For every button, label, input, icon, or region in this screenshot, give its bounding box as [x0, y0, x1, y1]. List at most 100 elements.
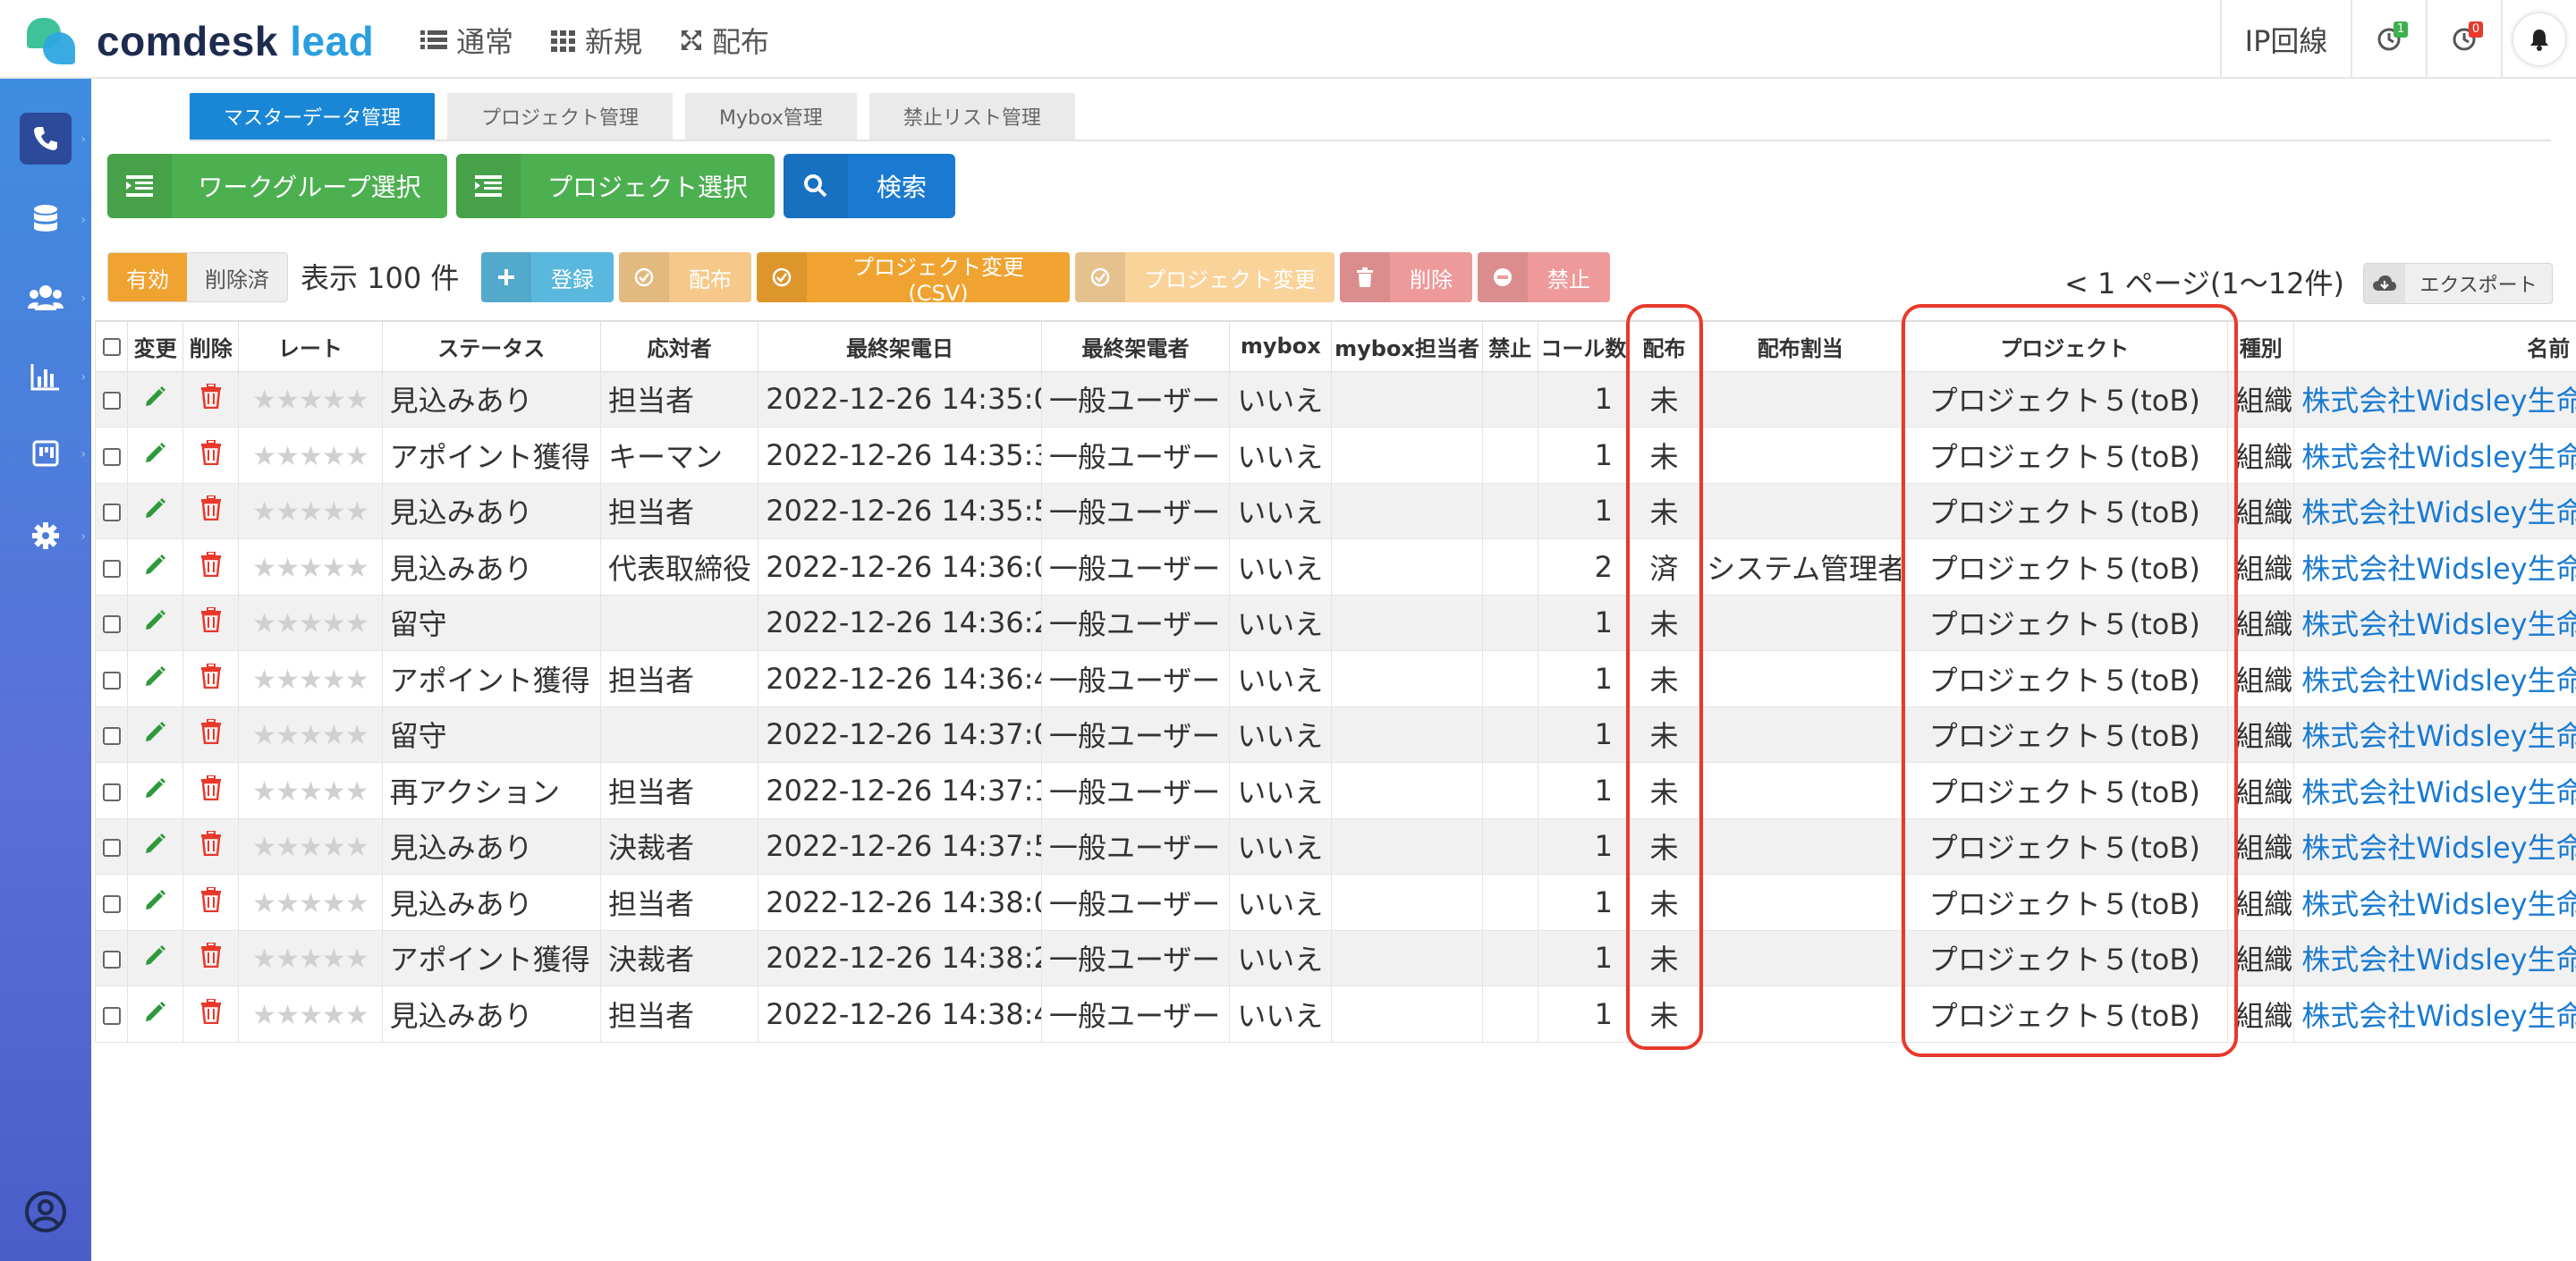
col-header[interactable]: 最終架電日 [758, 320, 1042, 372]
sidebar-item-settings[interactable]: › [20, 510, 86, 562]
edit-button[interactable] [127, 594, 184, 651]
history-button-2[interactable]: 0 [2426, 0, 2501, 79]
row-checkbox[interactable] [102, 1006, 121, 1025]
history-button-1[interactable]: 1 [2351, 0, 2426, 79]
name-link[interactable]: 株式会社Widsley生命 [2293, 482, 2576, 539]
display-count-label[interactable]: 表示 100 件 [301, 256, 459, 297]
distribute-button[interactable]: 配布 [619, 252, 751, 302]
name-link[interactable]: 株式会社Widsley生命 [2293, 929, 2576, 986]
rating-stars[interactable]: ★★★★★ [238, 874, 383, 931]
name-link-text[interactable]: 株式会社Widsley生命 [2301, 607, 2576, 641]
name-link-text[interactable]: 株式会社Widsley生命 [2301, 999, 2576, 1033]
row-checkbox[interactable] [102, 615, 121, 634]
name-link-text[interactable]: 株式会社Widsley生命 [2301, 664, 2576, 698]
logo[interactable]: comdesk lead [27, 16, 374, 66]
sidebar-item-board[interactable]: › [20, 427, 86, 479]
row-checkbox[interactable] [102, 447, 121, 466]
delete-row-button[interactable] [182, 427, 240, 484]
edit-button[interactable] [127, 706, 184, 763]
sidebar-item-reports[interactable]: › [20, 351, 86, 402]
delete-row-button[interactable] [182, 817, 240, 875]
nav-new[interactable]: 新規 [551, 20, 642, 61]
edit-button[interactable] [127, 427, 184, 484]
tab-mybox[interactable]: Mybox管理 [685, 93, 857, 140]
col-header[interactable]: 削除 [182, 320, 240, 372]
name-link[interactable]: 株式会社Widsley生命 [2293, 538, 2576, 596]
notification-button[interactable] [2501, 0, 2576, 79]
project-select-button[interactable]: プロジェクト選択 [456, 154, 775, 218]
col-header[interactable]: 禁止 [1481, 320, 1538, 372]
name-link-text[interactable]: 株式会社Widsley生命 [2301, 384, 2576, 418]
edit-button[interactable] [127, 986, 184, 1043]
col-header[interactable]: mybox担当者 [1331, 320, 1483, 372]
name-link[interactable]: 株式会社Widsley生命 [2293, 874, 2576, 931]
prohibit-button[interactable]: 禁止 [1478, 252, 1610, 302]
row-checkbox[interactable] [102, 392, 121, 410]
name-link-text[interactable]: 株式会社Widsley生命 [2301, 552, 2576, 586]
select-all-checkbox[interactable] [102, 338, 121, 357]
workgroup-select-button[interactable]: ワークグループ選択 [107, 154, 447, 218]
delete-row-button[interactable] [182, 762, 240, 819]
delete-button[interactable]: 削除 [1340, 252, 1472, 302]
register-button[interactable]: 登録 [481, 252, 614, 302]
name-link[interactable]: 株式会社Widsley生命 [2293, 817, 2576, 875]
search-button[interactable]: 検索 [784, 154, 955, 218]
export-button[interactable]: エクスポート [2363, 263, 2553, 304]
col-header[interactable]: 変更 [127, 320, 184, 372]
rating-stars[interactable]: ★★★★★ [238, 538, 383, 596]
row-checkbox[interactable] [102, 727, 121, 746]
delete-row-button[interactable] [182, 538, 240, 596]
nav-distribute[interactable]: 配布 [680, 20, 769, 61]
name-link-text[interactable]: 株式会社Widsley生命 [2301, 440, 2576, 474]
edit-button[interactable] [127, 650, 184, 707]
name-link[interactable]: 株式会社Widsley生命 [2293, 762, 2576, 819]
edit-button[interactable] [127, 370, 184, 427]
row-checkbox[interactable] [102, 894, 121, 913]
sidebar-item-database[interactable]: › [20, 193, 86, 245]
rating-stars[interactable]: ★★★★★ [238, 929, 383, 986]
delete-row-button[interactable] [182, 370, 240, 427]
delete-row-button[interactable] [182, 482, 240, 539]
edit-button[interactable] [127, 538, 184, 596]
filter-deleted[interactable]: 削除済 [187, 253, 287, 301]
col-header[interactable]: コール数 [1537, 320, 1630, 372]
col-header[interactable]: 名前 [2293, 320, 2576, 372]
rating-stars[interactable]: ★★★★★ [238, 482, 383, 539]
name-link[interactable]: 株式会社Widsley生命 [2293, 706, 2576, 763]
rating-stars[interactable]: ★★★★★ [238, 650, 383, 707]
tab-prohibit-list[interactable]: 禁止リスト管理 [869, 93, 1075, 140]
sidebar-item-account[interactable] [20, 1186, 72, 1238]
row-checkbox[interactable] [102, 839, 121, 858]
sidebar-item-users[interactable]: › [20, 272, 86, 324]
edit-button[interactable] [127, 929, 184, 986]
name-link[interactable]: 株式会社Widsley生命 [2293, 650, 2576, 707]
col-header[interactable]: レート [238, 320, 383, 372]
col-header[interactable]: mybox [1229, 320, 1333, 372]
rating-stars[interactable]: ★★★★★ [238, 986, 383, 1043]
col-header[interactable]: 配布割当 [1699, 320, 1902, 372]
col-header[interactable]: ステータス [381, 320, 601, 372]
project-change-csv-button[interactable]: プロジェクト変更(CSV) [757, 252, 1070, 306]
tab-project[interactable]: プロジェクト管理 [447, 93, 674, 140]
rating-stars[interactable]: ★★★★★ [238, 370, 383, 427]
name-link[interactable]: 株式会社Widsley生命 [2293, 986, 2576, 1043]
col-header[interactable]: 最終架電者 [1040, 320, 1231, 372]
delete-row-button[interactable] [182, 706, 240, 763]
rating-stars[interactable]: ★★★★★ [238, 817, 383, 875]
name-link[interactable]: 株式会社Widsley生命 [2293, 427, 2576, 484]
name-link-text[interactable]: 株式会社Widsley生命 [2301, 943, 2576, 977]
rating-stars[interactable]: ★★★★★ [238, 594, 383, 651]
name-link-text[interactable]: 株式会社Widsley生命 [2301, 719, 2576, 753]
name-link-text[interactable]: 株式会社Widsley生命 [2301, 775, 2576, 809]
edit-button[interactable] [127, 482, 184, 539]
filter-valid[interactable]: 有効 [108, 253, 187, 301]
row-checkbox[interactable] [102, 783, 121, 801]
sidebar-item-phone[interactable]: › [20, 113, 86, 165]
name-link-text[interactable]: 株式会社Widsley生命 [2301, 887, 2576, 921]
name-link[interactable]: 株式会社Widsley生命 [2293, 594, 2576, 651]
pagination-label[interactable]: < 1 ページ(1〜12件) [2064, 261, 2344, 302]
name-link[interactable]: 株式会社Widsley生命 [2293, 370, 2576, 427]
delete-row-button[interactable] [182, 929, 240, 986]
edit-button[interactable] [127, 874, 184, 931]
name-link-text[interactable]: 株式会社Widsley生命 [2301, 831, 2576, 865]
